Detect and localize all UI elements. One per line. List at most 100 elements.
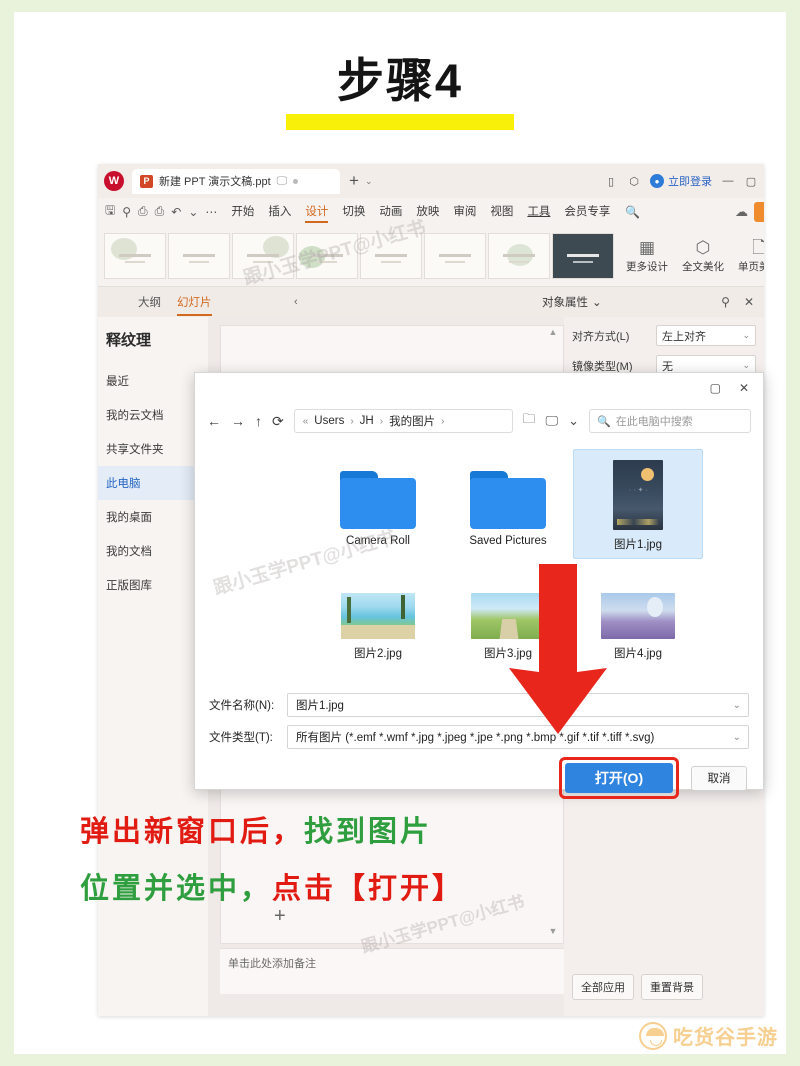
align-select[interactable]: 左上对齐 ⌄ — [656, 325, 756, 346]
sidebar-item-cloud-docs[interactable]: 我的云文档 — [98, 398, 208, 432]
view-mode-caret-icon[interactable]: ⌄ — [568, 413, 579, 429]
search-icon[interactable]: 🔍 — [617, 205, 648, 219]
more-design-label: 更多设计 — [626, 260, 668, 273]
collapse-panel-icon[interactable]: ‹ — [294, 296, 298, 308]
ribbon-tab-review[interactable]: 审阅 — [446, 200, 483, 223]
apply-all-button[interactable]: 全部应用 — [572, 974, 634, 1000]
up-icon[interactable]: ↑ — [255, 413, 262, 429]
list-item-selected[interactable]: ··✦· 图片1.jpg — [573, 449, 703, 559]
cloud-sync-icon[interactable]: ☁ — [735, 204, 754, 220]
reset-background-button[interactable]: 重置背景 — [641, 974, 703, 1000]
window-titlebar: W P 新建 PPT 演示文稿.ppt 🖵 + ⌄ ▯ ⬡ ● 立即登录 — ▢ — [98, 164, 764, 198]
breadcrumb[interactable]: « Users › JH › 我的图片 › — [293, 409, 513, 433]
more-design-button[interactable]: ▦ 更多设计 — [620, 237, 674, 273]
chevron-down-icon[interactable]: ⌄ — [733, 700, 741, 711]
pin-icon[interactable]: ⚲ — [122, 205, 131, 219]
ribbon-tab-member[interactable]: 会员专享 — [557, 200, 617, 223]
more-commands-icon[interactable]: ⋯ — [205, 205, 217, 219]
list-item[interactable]: Camera Roll — [313, 449, 443, 559]
view-mode-icon[interactable]: 🖵 — [546, 413, 559, 429]
undo-icon[interactable]: ↶ — [171, 205, 181, 219]
ribbon-tab-transition[interactable]: 切换 — [335, 200, 372, 223]
ribbon-tab-tools[interactable]: 工具 — [520, 200, 557, 223]
sidebar-item-stock-library[interactable]: 正版图库 — [98, 568, 208, 602]
add-slide-button[interactable]: + — [274, 905, 286, 928]
forward-icon[interactable]: → — [231, 413, 245, 429]
breadcrumb-overflow-icon[interactable]: « — [303, 416, 309, 427]
list-item[interactable]: 图片2.jpg — [313, 559, 443, 667]
tab-slides[interactable]: 幻灯片 — [177, 294, 212, 316]
tab-outline[interactable]: 大纲 — [138, 294, 161, 310]
print-icon[interactable]: ⎙ — [138, 204, 148, 219]
ribbon-tab-slideshow[interactable]: 放映 — [409, 200, 446, 223]
ribbon-tab-animation[interactable]: 动画 — [372, 200, 409, 223]
caption-line1-red: 弹出新窗口后， — [80, 816, 305, 848]
close-icon[interactable]: ✕ — [744, 295, 754, 309]
chevron-down-icon[interactable]: ⌄ — [733, 732, 741, 743]
sidebar-toggle-icon[interactable]: ▯ — [604, 174, 618, 188]
undo-caret-icon[interactable]: ⌄ — [188, 205, 198, 219]
maximize-button[interactable]: ▢ — [744, 174, 758, 188]
chevron-down-icon: ⌄ — [742, 330, 750, 340]
theme-thumbnail[interactable] — [424, 232, 486, 279]
page-beautify-button[interactable]: 🗋 单页美化 — [732, 237, 764, 273]
breadcrumb-part-jh[interactable]: JH — [360, 415, 374, 427]
sidebar-item-recent[interactable]: 最近 — [98, 364, 208, 398]
theme-thumbnail[interactable] — [360, 232, 422, 279]
save-icon[interactable]: 🖫 — [105, 201, 115, 222]
monitor-icon[interactable]: 🖵 — [277, 175, 288, 188]
sidebar-item-shared-folder[interactable]: 共享文件夹 — [98, 432, 208, 466]
breadcrumb-separator-icon: › — [379, 415, 384, 427]
login-button[interactable]: ● 立即登录 — [650, 173, 712, 189]
theme-thumbnail-list — [100, 232, 614, 279]
image-thumbnail — [315, 565, 441, 639]
ribbon-tab-view[interactable]: 视图 — [483, 200, 520, 223]
pin-icon[interactable]: ⚲ — [721, 295, 730, 309]
minimize-button[interactable]: — — [721, 174, 735, 188]
notes-pane[interactable]: 单击此处添加备注 — [220, 948, 564, 994]
dialog-maximize-button[interactable]: ▢ — [710, 381, 721, 395]
breadcrumb-part-users[interactable]: Users — [314, 415, 344, 427]
ribbon-tab-start[interactable]: 开始 — [224, 200, 261, 223]
refresh-icon[interactable]: ⟳ — [272, 413, 284, 430]
design-action-buttons: ▦ 更多设计 ⬡ 全文美化 🗋 单页美化 🎨 配色方案 ▨ — [620, 236, 764, 276]
theme-thumbnail[interactable] — [104, 232, 166, 279]
open-button[interactable]: 打开(O) — [565, 763, 673, 793]
shield-icon[interactable]: ⬡ — [627, 174, 641, 188]
sidebar-item-this-pc[interactable]: 此电脑 — [98, 466, 208, 500]
ribbon-tab-insert[interactable]: 插入 — [261, 200, 298, 223]
search-input[interactable]: 🔍 在此电脑中搜索 — [589, 409, 751, 433]
filetype-row: 文件类型(T): 所有图片 (*.emf *.wmf *.jpg *.jpeg … — [209, 725, 749, 749]
object-properties-header[interactable]: 对象属性 ⌄ — [542, 294, 602, 310]
document-tab[interactable]: P 新建 PPT 演示文稿.ppt 🖵 — [132, 168, 340, 194]
tab-list-caret-icon[interactable]: ⌄ — [365, 176, 373, 187]
theme-thumbnail[interactable] — [232, 232, 294, 279]
sidebar-item-documents[interactable]: 我的文档 — [98, 534, 208, 568]
back-icon[interactable]: ← — [207, 413, 221, 429]
page-canvas: 步骤4 W P 新建 PPT 演示文稿.ppt 🖵 + ⌄ ▯ ⬡ ● 立即登录… — [14, 12, 786, 1054]
full-beautify-button[interactable]: ⬡ 全文美化 — [676, 237, 730, 273]
breadcrumb-part-pictures[interactable]: 我的图片 — [389, 413, 435, 429]
dialog-close-button[interactable]: ✕ — [739, 381, 749, 395]
filename-label: 文件名称(N): — [209, 700, 275, 712]
cancel-button[interactable]: 取消 — [691, 765, 747, 791]
sidebar-item-desktop[interactable]: 我的桌面 — [98, 500, 208, 534]
theme-thumbnail[interactable] — [488, 232, 550, 279]
new-folder-icon[interactable]: 🗀 — [523, 410, 536, 432]
ribbon-tab-design[interactable]: 设计 — [298, 200, 335, 223]
full-beautify-label: 全文美化 — [682, 260, 724, 273]
file-browser-sidebar: 释纹理 最近 我的云文档 共享文件夹 此电脑 我的桌面 我的文档 正版图库 — [98, 317, 208, 1016]
filename-row: 文件名称(N): 图片1.jpg ⌄ — [209, 693, 749, 717]
theme-thumbnail[interactable] — [168, 232, 230, 279]
theme-thumbnail[interactable] — [296, 232, 358, 279]
caption-line2-red: 点击【打开】 — [272, 873, 465, 905]
new-tab-button[interactable]: + — [349, 171, 359, 191]
dialog-body: Camera Roll Saved Pictures ··✦· 图片1.jpg — [195, 439, 763, 685]
theme-thumbnail[interactable] — [552, 232, 614, 279]
print-preview-icon[interactable]: ⎙ — [155, 204, 165, 219]
scroll-down-icon[interactable]: ▼ — [549, 926, 558, 936]
open-file-dialog: ▢ ✕ ← → ↑ ⟳ « Users › JH › 我的图片 › 🗀 🖵 ⌄ … — [194, 372, 764, 799]
list-item[interactable]: Saved Pictures — [443, 449, 573, 559]
scroll-up-icon[interactable]: ▲ — [549, 327, 558, 337]
brand-label: 吃货谷手游 — [673, 1027, 778, 1049]
